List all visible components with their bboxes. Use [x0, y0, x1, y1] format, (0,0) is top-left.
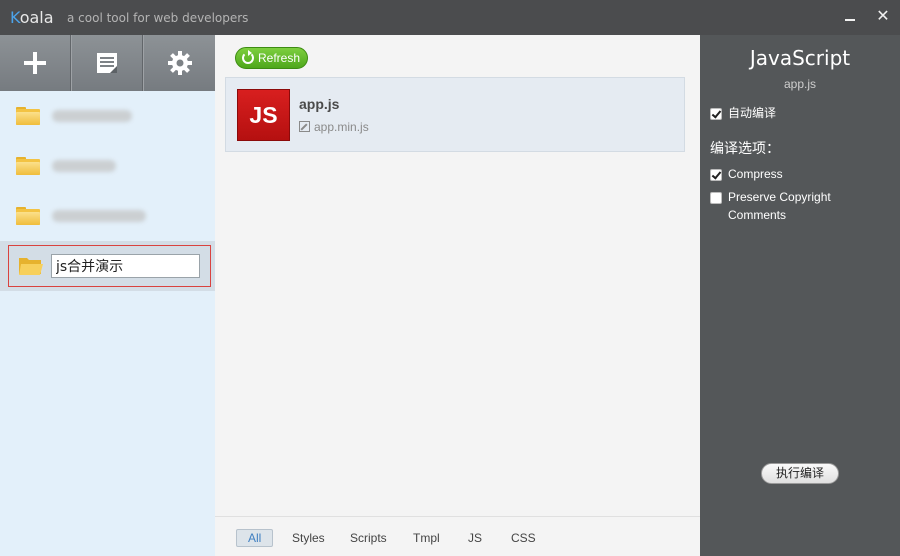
blurred-project-name: [52, 210, 146, 222]
title-bar: Koala a cool tool for web developers ✕: [0, 0, 900, 35]
preserve-label-line2: Comments: [728, 208, 787, 222]
edit-icon: [299, 121, 310, 132]
refresh-icon: [242, 50, 254, 64]
filter-tab-css[interactable]: CSS: [511, 530, 536, 548]
project-item[interactable]: [0, 91, 215, 141]
js-file-icon: JS: [237, 89, 290, 141]
auto-compile-checkbox[interactable]: 自动编译: [710, 106, 777, 122]
add-project-button[interactable]: [0, 35, 71, 91]
blurred-project-name: [52, 160, 116, 172]
checkbox-unchecked[interactable]: [710, 192, 722, 204]
folder-icon: [16, 107, 40, 125]
gear-icon: [167, 51, 192, 75]
minimize-button[interactable]: [841, 7, 859, 27]
sidebar-toolbar: [0, 35, 215, 91]
file-name: app.js: [299, 96, 340, 112]
preserve-label-line1: Preserve Copyright: [728, 190, 831, 204]
app-logo: Koala: [10, 8, 54, 27]
preserve-comments-checkbox[interactable]: Preserve Copyright Comments: [710, 188, 831, 224]
project-item[interactable]: [0, 141, 215, 191]
folder-icon: [16, 207, 40, 225]
settings-file-name: app.js: [783, 77, 817, 91]
filter-bar: All Styles Scripts Tmpl JS CSS: [215, 516, 700, 556]
project-item[interactable]: [0, 191, 215, 241]
refresh-button[interactable]: Refresh: [235, 47, 308, 69]
output-file-name: app.min.js: [314, 120, 369, 134]
filter-tab-tmpl[interactable]: Tmpl: [413, 530, 440, 548]
blurred-project-name: [52, 110, 132, 122]
preserve-comments-label: Preserve Copyright Comments: [728, 188, 831, 224]
file-item[interactable]: JS app.js app.min.js: [225, 77, 685, 152]
minimize-icon: [845, 19, 855, 21]
plus-icon: [24, 52, 46, 74]
project-rename-input[interactable]: [51, 254, 200, 278]
settings-button[interactable]: [143, 35, 215, 91]
filter-tab-all[interactable]: All: [236, 529, 274, 547]
close-button[interactable]: ✕: [874, 7, 892, 27]
project-sidebar: [0, 35, 215, 556]
close-icon: ✕: [876, 8, 890, 25]
folder-icon: [16, 157, 40, 175]
compile-button[interactable]: 执行编译: [761, 463, 839, 484]
compress-checkbox[interactable]: Compress: [710, 167, 783, 183]
project-item-selected[interactable]: [0, 241, 215, 291]
file-list-panel: Refresh JS app.js app.min.js All Styles …: [215, 35, 700, 556]
filter-tab-js[interactable]: JS: [468, 530, 482, 548]
checkbox-checked[interactable]: [710, 169, 722, 181]
output-path[interactable]: app.min.js: [299, 120, 369, 134]
settings-title: JavaScript: [749, 46, 851, 70]
filter-tab-scripts[interactable]: Scripts: [350, 530, 387, 548]
refresh-label: Refresh: [258, 51, 301, 65]
notes-icon: [97, 53, 117, 73]
log-button[interactable]: [71, 35, 143, 91]
logo-letter-k: K: [10, 8, 20, 27]
filter-tab-styles[interactable]: Styles: [292, 530, 325, 548]
auto-compile-label: 自动编译: [728, 106, 777, 120]
compress-label: Compress: [728, 167, 783, 181]
options-heading: 编译选项：: [710, 141, 780, 157]
app-tagline: a cool tool for web developers: [67, 11, 249, 25]
checkbox-checked[interactable]: [710, 108, 722, 120]
compile-settings-panel: JavaScript app.js 自动编译 编译选项： Compress Pr…: [700, 35, 900, 556]
logo-text: oala: [19, 8, 54, 27]
